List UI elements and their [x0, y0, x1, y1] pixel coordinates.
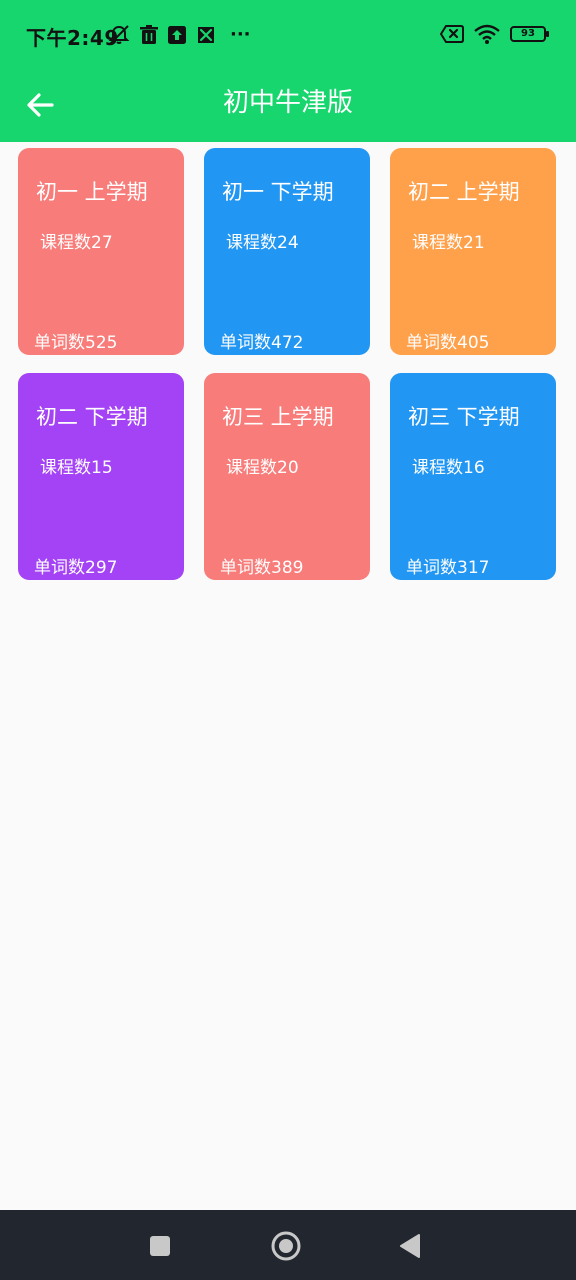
- sim-error-icon: [440, 25, 464, 43]
- back-triangle-icon: [400, 1234, 420, 1258]
- card-title: 初三 下学期: [408, 405, 520, 429]
- card-title: 初二 上学期: [408, 180, 520, 204]
- card-word-count: 单词数472: [220, 333, 304, 353]
- mute-vibrate-icon: [108, 24, 130, 46]
- semester-grid: 初一 上学期 课程数27 单词数525 初一 下学期 课程数24 单词数472 …: [18, 148, 556, 580]
- card-word-count: 单词数525: [34, 333, 118, 353]
- system-nav-bar: [0, 1210, 576, 1280]
- upload-icon: [168, 26, 186, 44]
- card-lesson-count: 课程数27: [40, 233, 113, 253]
- status-bar: 下午2:49 ··· 93: [0, 0, 576, 72]
- card-title: 初三 上学期: [222, 405, 334, 429]
- card-word-count: 单词数297: [34, 558, 118, 578]
- card-lesson-count: 课程数16: [412, 458, 485, 478]
- card-word-count: 单词数389: [220, 558, 304, 578]
- card-title: 初一 上学期: [36, 180, 148, 204]
- card-lesson-count: 课程数15: [40, 458, 113, 478]
- card-title: 初一 下学期: [222, 180, 334, 204]
- app-bar: 初中牛津版: [0, 72, 576, 142]
- semester-card-1[interactable]: 初一 上学期 课程数27 单词数525: [18, 148, 184, 355]
- card-title: 初二 下学期: [36, 405, 148, 429]
- trash-icon: [140, 25, 158, 45]
- semester-card-2[interactable]: 初一 下学期 课程数24 单词数472: [204, 148, 370, 355]
- status-time: 下午2:49: [26, 26, 119, 50]
- status-icons-right: 93: [440, 24, 549, 44]
- semester-card-4[interactable]: 初二 下学期 课程数15 单词数297: [18, 373, 184, 580]
- recents-button[interactable]: [140, 1226, 180, 1266]
- semester-card-3[interactable]: 初二 上学期 课程数21 单词数405: [390, 148, 556, 355]
- card-lesson-count: 课程数21: [412, 233, 485, 253]
- card-word-count: 单词数405: [406, 333, 490, 353]
- home-button[interactable]: [266, 1226, 306, 1266]
- card-lesson-count: 课程数24: [226, 233, 299, 253]
- page-title: 初中牛津版: [222, 88, 353, 118]
- semester-card-6[interactable]: 初三 下学期 课程数16 单词数317: [390, 373, 556, 580]
- card-lesson-count: 课程数20: [226, 458, 299, 478]
- more-indicator: ···: [230, 24, 251, 45]
- battery-icon: 93: [510, 26, 549, 42]
- status-icons-left: ···: [108, 24, 251, 46]
- back-nav-button[interactable]: [390, 1226, 430, 1266]
- card-word-count: 单词数317: [406, 558, 490, 578]
- tools-icon: [196, 25, 216, 45]
- home-circle-icon: [271, 1231, 301, 1261]
- semester-card-5[interactable]: 初三 上学期 课程数20 单词数389: [204, 373, 370, 580]
- wifi-icon: [474, 24, 500, 44]
- recents-square-icon: [150, 1236, 170, 1256]
